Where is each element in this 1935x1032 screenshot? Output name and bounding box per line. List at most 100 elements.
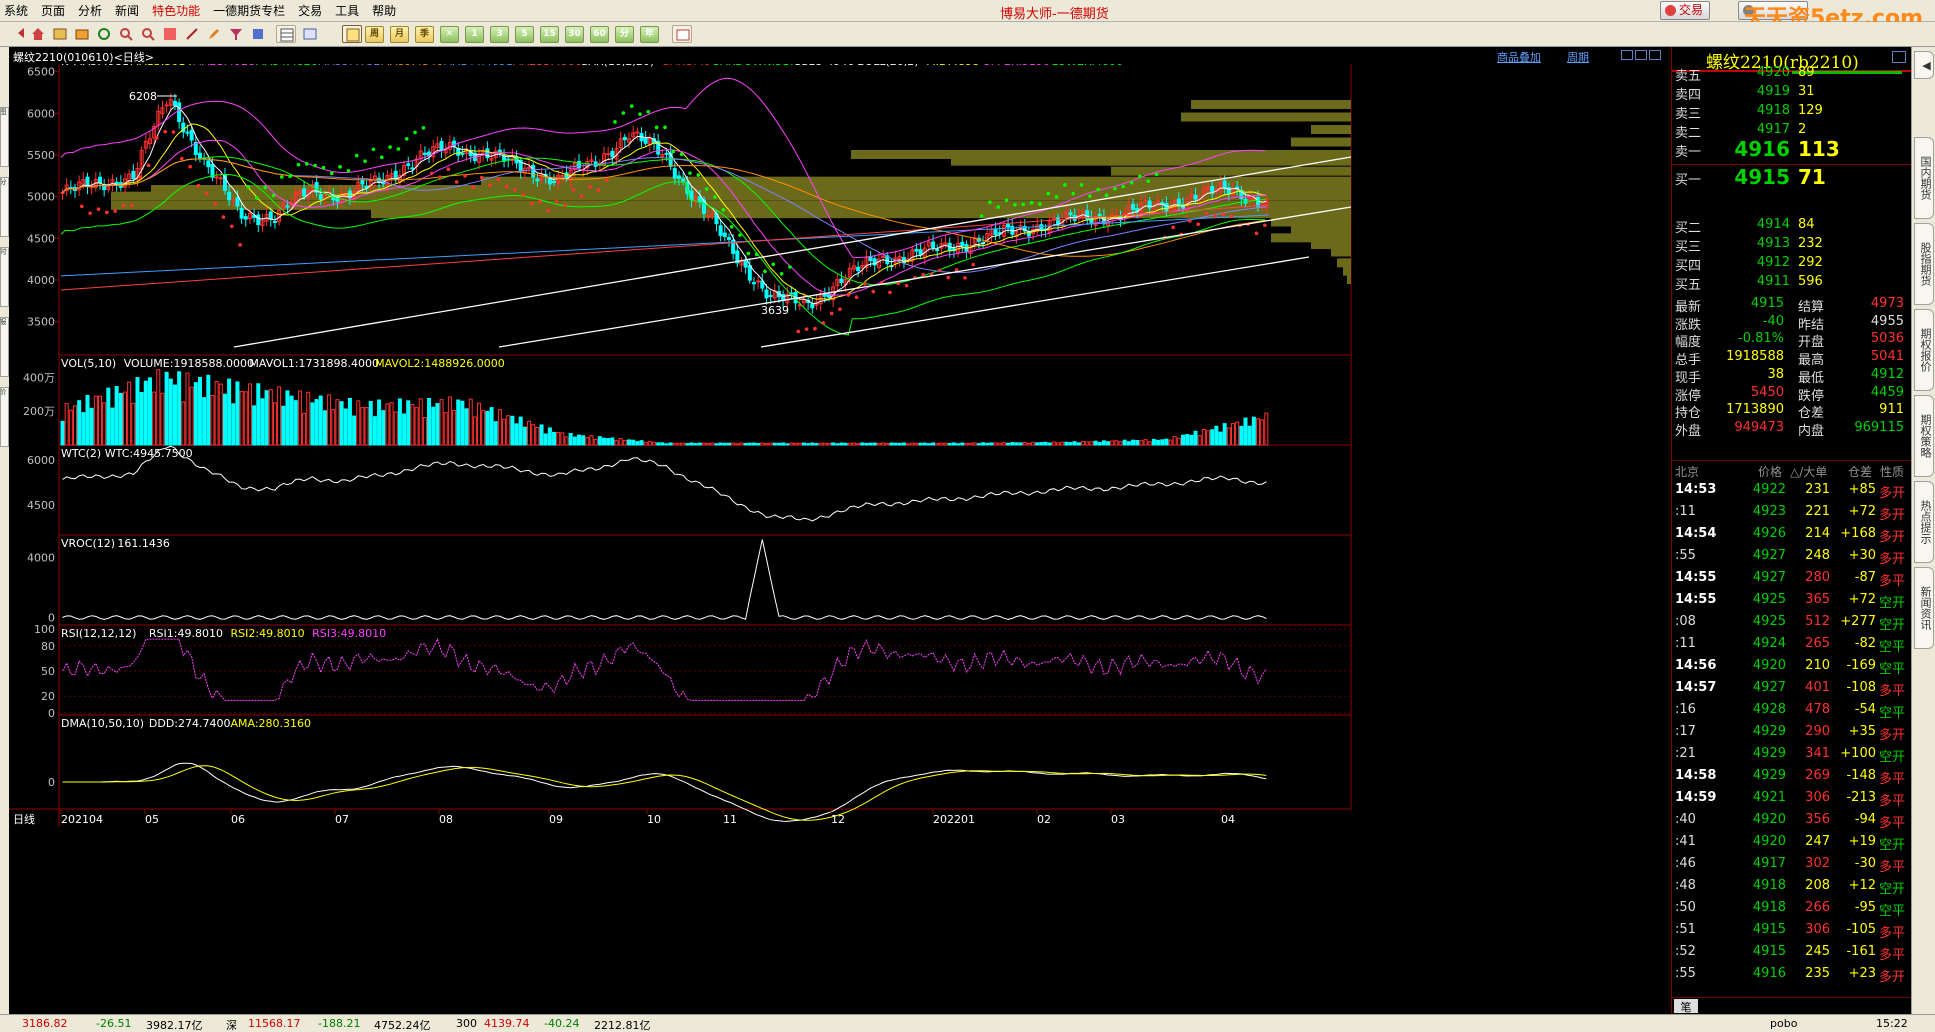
candle-body	[726, 237, 731, 240]
candle-body	[622, 136, 627, 141]
tick-row[interactable]: :11 4924 265 -82 空平	[1672, 635, 1912, 655]
sar-dot	[1221, 212, 1225, 217]
tick-row[interactable]: :50 4918 266 -95 空平	[1672, 899, 1912, 919]
tick-row[interactable]: :40 4920 356 -94 多平	[1672, 811, 1912, 831]
tick-row[interactable]: :08 4925 512 +277 空开	[1672, 613, 1912, 633]
chart-close-button[interactable]	[1649, 50, 1661, 60]
bid-row[interactable]: 买三 4913 232	[1672, 234, 1912, 255]
tick-row[interactable]: 14:55 4927 280 -87 多平	[1672, 569, 1912, 589]
tick-row[interactable]: :41 4920 247 +19 空开	[1672, 833, 1912, 853]
tick-tab[interactable]: 笔	[1674, 999, 1698, 1014]
period-15-button[interactable]: 15	[540, 26, 559, 43]
grid-icon[interactable]	[276, 25, 296, 43]
formula-icon[interactable]	[248, 25, 268, 43]
ask-row[interactable]: 卖一 4916 113	[1672, 137, 1912, 161]
side-tab-news[interactable]: 新闻资讯	[1914, 567, 1934, 649]
pen-icon[interactable]	[204, 25, 224, 43]
period-year-button[interactable]: 年	[640, 26, 659, 43]
tick-row[interactable]: :52 4915 245 -161 多平	[1672, 943, 1912, 963]
period-month-button[interactable]: 月	[390, 26, 409, 43]
bid-row[interactable]: 买五 4911 596	[1672, 272, 1912, 293]
left-tab-4[interactable]: 报	[0, 317, 9, 377]
zoom-out-icon[interactable]	[138, 25, 158, 43]
tick-row[interactable]: :46 4917 302 -30 多平	[1672, 855, 1912, 875]
menu-system[interactable]: 系统	[2, 3, 39, 19]
period-week-button[interactable]: 周	[365, 26, 384, 43]
tick-row[interactable]: :55 4927 248 +30 多开	[1672, 547, 1912, 567]
volume-bar	[172, 384, 177, 446]
left-tab-5[interactable]: 价	[0, 387, 9, 447]
tick-row[interactable]: :48 4918 208 +12 空开	[1672, 877, 1912, 897]
tick-row[interactable]: :55 4916 235 +23 多开	[1672, 965, 1912, 985]
chart-min-button[interactable]	[1621, 50, 1633, 60]
book-price: 4915	[1734, 165, 1790, 189]
menu-trade[interactable]: 交易	[296, 3, 333, 19]
chart-icon[interactable]	[160, 25, 180, 43]
menu-help[interactable]: 帮助	[370, 3, 407, 19]
tick-row[interactable]: 14:58 4929 269 -148 多平	[1672, 767, 1912, 787]
daily-icon[interactable]	[342, 25, 362, 43]
trade-button[interactable]: 交易	[1660, 1, 1711, 20]
side-tab-domestic-futures[interactable]: 国内期货	[1914, 137, 1934, 219]
period-60-button[interactable]: 60	[590, 26, 609, 43]
list-icon[interactable]	[50, 25, 70, 43]
tick-row[interactable]: :51 4915 306 -105 多平	[1672, 921, 1912, 941]
menu-column[interactable]: 一德期货专栏	[211, 3, 296, 19]
period-30-button[interactable]: 30	[565, 26, 584, 43]
ask-row[interactable]: 卖五 4920 89	[1672, 63, 1912, 84]
home-icon[interactable]	[28, 25, 48, 43]
tick-row[interactable]: :16 4928 478 -54 空平	[1672, 701, 1912, 721]
menu-page[interactable]: 页面	[39, 3, 76, 19]
volume-bar	[385, 403, 390, 446]
left-tab-1[interactable]: 图	[0, 107, 9, 167]
zoom-in-icon[interactable]	[116, 25, 136, 43]
menu-features[interactable]: 特色功能	[150, 3, 211, 19]
tick-row[interactable]: 14:55 4925 365 +72 空开	[1672, 591, 1912, 611]
tick-row[interactable]: 14:53 4922 231 +85 多开	[1672, 481, 1912, 501]
tick-row[interactable]: :21 4929 341 +100 空开	[1672, 745, 1912, 765]
ask-row[interactable]: 卖三 4918 129	[1672, 101, 1912, 122]
back-icon[interactable]	[6, 25, 26, 43]
folder-icon[interactable]	[72, 25, 92, 43]
period-5-button[interactable]: 5	[515, 26, 534, 43]
refresh-icon[interactable]	[94, 25, 114, 43]
calendar-icon[interactable]	[672, 25, 692, 43]
tick-row[interactable]: :17 4929 290 +35 多开	[1672, 723, 1912, 743]
tick-row[interactable]: 14:56 4920 210 -169 空平	[1672, 657, 1912, 677]
left-tab-3[interactable]: 时	[0, 247, 9, 307]
volume-bar	[481, 409, 486, 446]
chart-restore-button[interactable]	[1635, 50, 1647, 60]
period-link[interactable]: 周期	[1567, 49, 1589, 65]
ask-row[interactable]: 卖二 4917 2	[1672, 120, 1912, 141]
panel-toggle-icon[interactable]	[1892, 51, 1906, 63]
side-tab-index-futures[interactable]: 股指期货	[1914, 223, 1934, 305]
side-tab-option-quotes[interactable]: 期权报价	[1914, 309, 1934, 391]
tick-row[interactable]: 14:54 4926 214 +168 多开	[1672, 525, 1912, 545]
volume-bar	[352, 415, 357, 446]
tick-row[interactable]: 14:59 4921 306 -213 多平	[1672, 789, 1912, 809]
table-icon[interactable]	[300, 25, 320, 43]
period-minute-button[interactable]: 分	[615, 26, 634, 43]
overlay-link[interactable]: 商品叠加	[1497, 49, 1541, 65]
bid-row[interactable]: 买二 4914 84	[1672, 215, 1912, 236]
tick-row[interactable]: :11 4923 221 +72 多开	[1672, 503, 1912, 523]
period-x-button[interactable]: ✕	[440, 26, 459, 43]
period-1-button[interactable]: 1	[465, 26, 484, 43]
bid-row[interactable]: 买四 4912 292	[1672, 253, 1912, 274]
side-tab-hot-tips[interactable]: 热点提示	[1914, 481, 1934, 563]
side-tab-option-strategy[interactable]: 期权策略	[1914, 395, 1934, 477]
menu-tools[interactable]: 工具	[333, 3, 370, 19]
menu-analysis[interactable]: 分析	[76, 3, 113, 19]
draw-icon[interactable]	[182, 25, 202, 43]
period-quarter-button[interactable]: 季	[415, 26, 434, 43]
menu-news[interactable]: 新闻	[113, 3, 150, 19]
period-3-button[interactable]: 3	[490, 26, 509, 43]
bid-row[interactable]: 买一 4915 71	[1672, 165, 1912, 189]
ask-row[interactable]: 卖四 4919 31	[1672, 82, 1912, 103]
filter-icon[interactable]	[226, 25, 246, 43]
volume-bar	[539, 424, 544, 446]
tick-row[interactable]: 14:57 4927 401 -108 多平	[1672, 679, 1912, 699]
side-scroll-up[interactable]: ◀	[1914, 51, 1934, 79]
chart-area[interactable]: KMA5:4981MA13:5014MA21:4928MA34:4826MA55…	[9, 47, 1671, 1014]
left-tab-2[interactable]: 分	[0, 177, 9, 237]
